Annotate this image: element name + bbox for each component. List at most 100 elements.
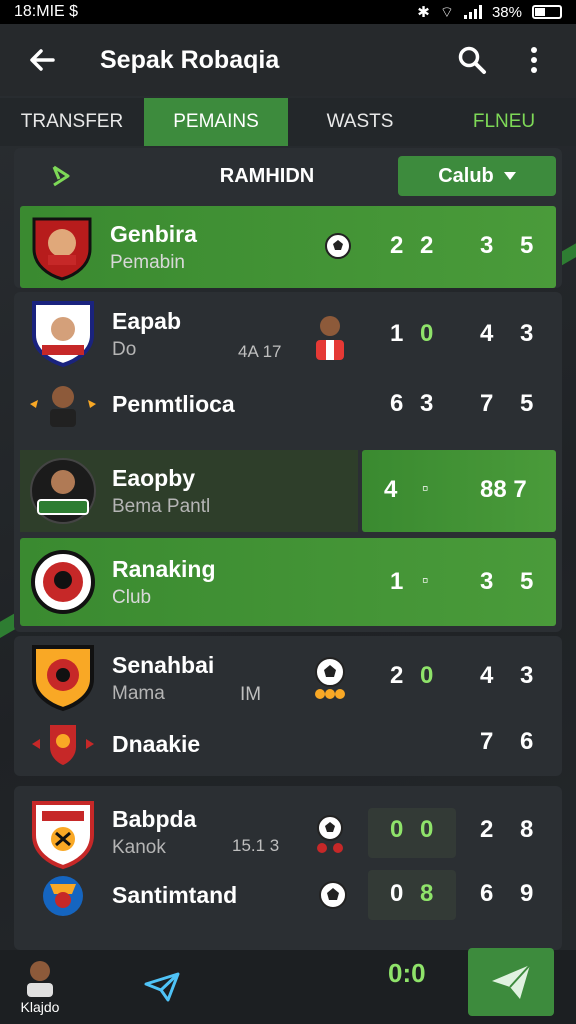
stat-1: 0 [390, 816, 404, 843]
stat-2: 0 [420, 816, 434, 843]
row-stats-highlight[interactable]: 4 ▫ 88 7 [362, 450, 556, 532]
row-names: Ranaking Club [112, 556, 302, 609]
list-item[interactable]: Ranaking Club 1 ▫ 3 5 [20, 538, 556, 626]
club-badge [28, 547, 98, 617]
search-icon [458, 46, 486, 74]
battery-icon [532, 5, 562, 19]
tab-flneu[interactable]: FLNEU [432, 98, 576, 146]
search-button[interactable] [452, 40, 492, 80]
stat-2: 0 [420, 662, 434, 689]
tab-bar: TRANSFER PEMAINS WASTS FLNEU [0, 98, 576, 146]
more-vertical-icon [531, 47, 537, 73]
club-name: Babpda [112, 805, 197, 832]
player-name: Eapab [112, 307, 182, 334]
list-item[interactable]: Dnaakie 7 6 [20, 718, 556, 770]
club-role: Club [112, 586, 152, 608]
stat-1: 6 [390, 390, 404, 417]
club-dropdown[interactable]: Calub [398, 156, 556, 196]
profile-button[interactable]: Klajdo [0, 950, 80, 1024]
stat-1: 4 [384, 476, 398, 503]
club-name: Senahbai [112, 651, 215, 678]
row-names: Eaopby Bema Pantl [112, 465, 302, 518]
player-role: Pemabin [110, 251, 185, 273]
row-mid-text: IM [240, 684, 262, 705]
row-names: Genbira Pemabin [110, 221, 300, 274]
stat-4: 9 [520, 880, 534, 907]
profile-avatar-icon [27, 961, 53, 997]
list-item[interactable]: Santimtand 0 8 6 9 [20, 870, 556, 920]
player-name: Genbira [110, 220, 197, 247]
paper-plane-icon [492, 964, 531, 999]
list-item[interactable]: Senahbai Mama IM 2 0 4 3 [20, 640, 556, 716]
stat-3: 88 7 [480, 476, 527, 503]
player-avatar [28, 379, 98, 429]
list-item[interactable]: Babpda Kanok 15.1 3 0 0 2 8 [20, 792, 556, 872]
list-item[interactable]: Eaopby Bema Pantl [20, 450, 358, 532]
signal-icon [463, 5, 482, 19]
list-item[interactable]: Penmtlioca 6 3 7 5 [20, 376, 556, 432]
row-mid-text: 4A 17 [238, 342, 282, 361]
football-icon [325, 233, 351, 259]
stat-4: 8 [520, 816, 534, 843]
page-title: Sepak Robaqia [100, 45, 280, 74]
football-icon [319, 881, 347, 909]
stat-3: 7 [480, 728, 494, 755]
stat-4: 3 [520, 662, 534, 689]
stat-1: 1 [390, 320, 404, 347]
club-badge [28, 870, 98, 920]
stat-3: 7 [480, 390, 494, 417]
stat-1: 2 [390, 232, 404, 259]
tab-pemains[interactable]: PEMAINS [144, 98, 288, 146]
tab-transfer[interactable]: TRANSFER [0, 98, 144, 146]
stat-2: ▫ [422, 478, 429, 498]
club-dropdown-value: Calub [438, 164, 494, 187]
player-name: Penmtlioca [112, 390, 235, 417]
status-bar: 18:MIE $ ✱ ⌔ 38% [0, 0, 576, 24]
paper-plane-icon [144, 972, 180, 1002]
stat-4: 6 [520, 728, 534, 755]
player-avatar-icon [316, 316, 344, 360]
club-name: Santimtand [112, 881, 238, 908]
list-item[interactable]: Genbira Pemabin 2 2 3 5 [20, 206, 556, 288]
list-item[interactable]: Eapab Do 4A 17 1 0 4 3 [20, 296, 556, 372]
status-icons: ✱ ⌔ 38% [417, 3, 562, 22]
wifi-icon: ⌔ [439, 3, 454, 21]
stat-3: 6 [480, 880, 494, 907]
stat-2: 8 [420, 880, 434, 907]
stat-2: 0 [420, 320, 434, 347]
player-role: Bema Pantl [112, 495, 211, 517]
stat-4: 5 [520, 390, 534, 417]
stat-3: 2 [480, 816, 494, 843]
stat-1: 1 [390, 568, 404, 595]
stat-4: 5 [520, 568, 534, 595]
play-arrow-icon[interactable] [46, 161, 76, 191]
stat-3: 4 [480, 662, 494, 689]
tab-wasts[interactable]: WASTS [288, 98, 432, 146]
football-icon [317, 815, 343, 853]
stat-4: 5 [520, 232, 534, 259]
club-badge [28, 213, 96, 281]
filter-label: RAMHIDN [219, 164, 315, 187]
more-menu-button[interactable] [514, 40, 554, 80]
stat-2: ▫ [422, 570, 429, 590]
stat-2: 3 [420, 390, 434, 417]
score-display: 0:0 [388, 958, 426, 988]
club-badge [28, 721, 98, 767]
send-button[interactable] [468, 948, 554, 1016]
stat-1: 0 [390, 880, 404, 907]
club-badge [28, 299, 98, 369]
send-outline-button[interactable] [140, 965, 184, 1009]
status-time: 18:MIE $ [14, 3, 79, 20]
battery-percent: 38% [491, 3, 522, 21]
profile-label: Klajdo [20, 999, 60, 1015]
player-avatar [28, 456, 98, 526]
app-bar: Sepak Robaqia [0, 24, 576, 96]
back-button[interactable] [22, 40, 62, 80]
stat-2: 2 [420, 232, 434, 259]
arrow-left-icon [30, 49, 55, 71]
stat-4: 3 [520, 320, 534, 347]
stat-1: 2 [390, 662, 404, 689]
club-badge [28, 643, 98, 713]
stat-3: 3 [480, 568, 494, 595]
football-icon [315, 657, 345, 699]
